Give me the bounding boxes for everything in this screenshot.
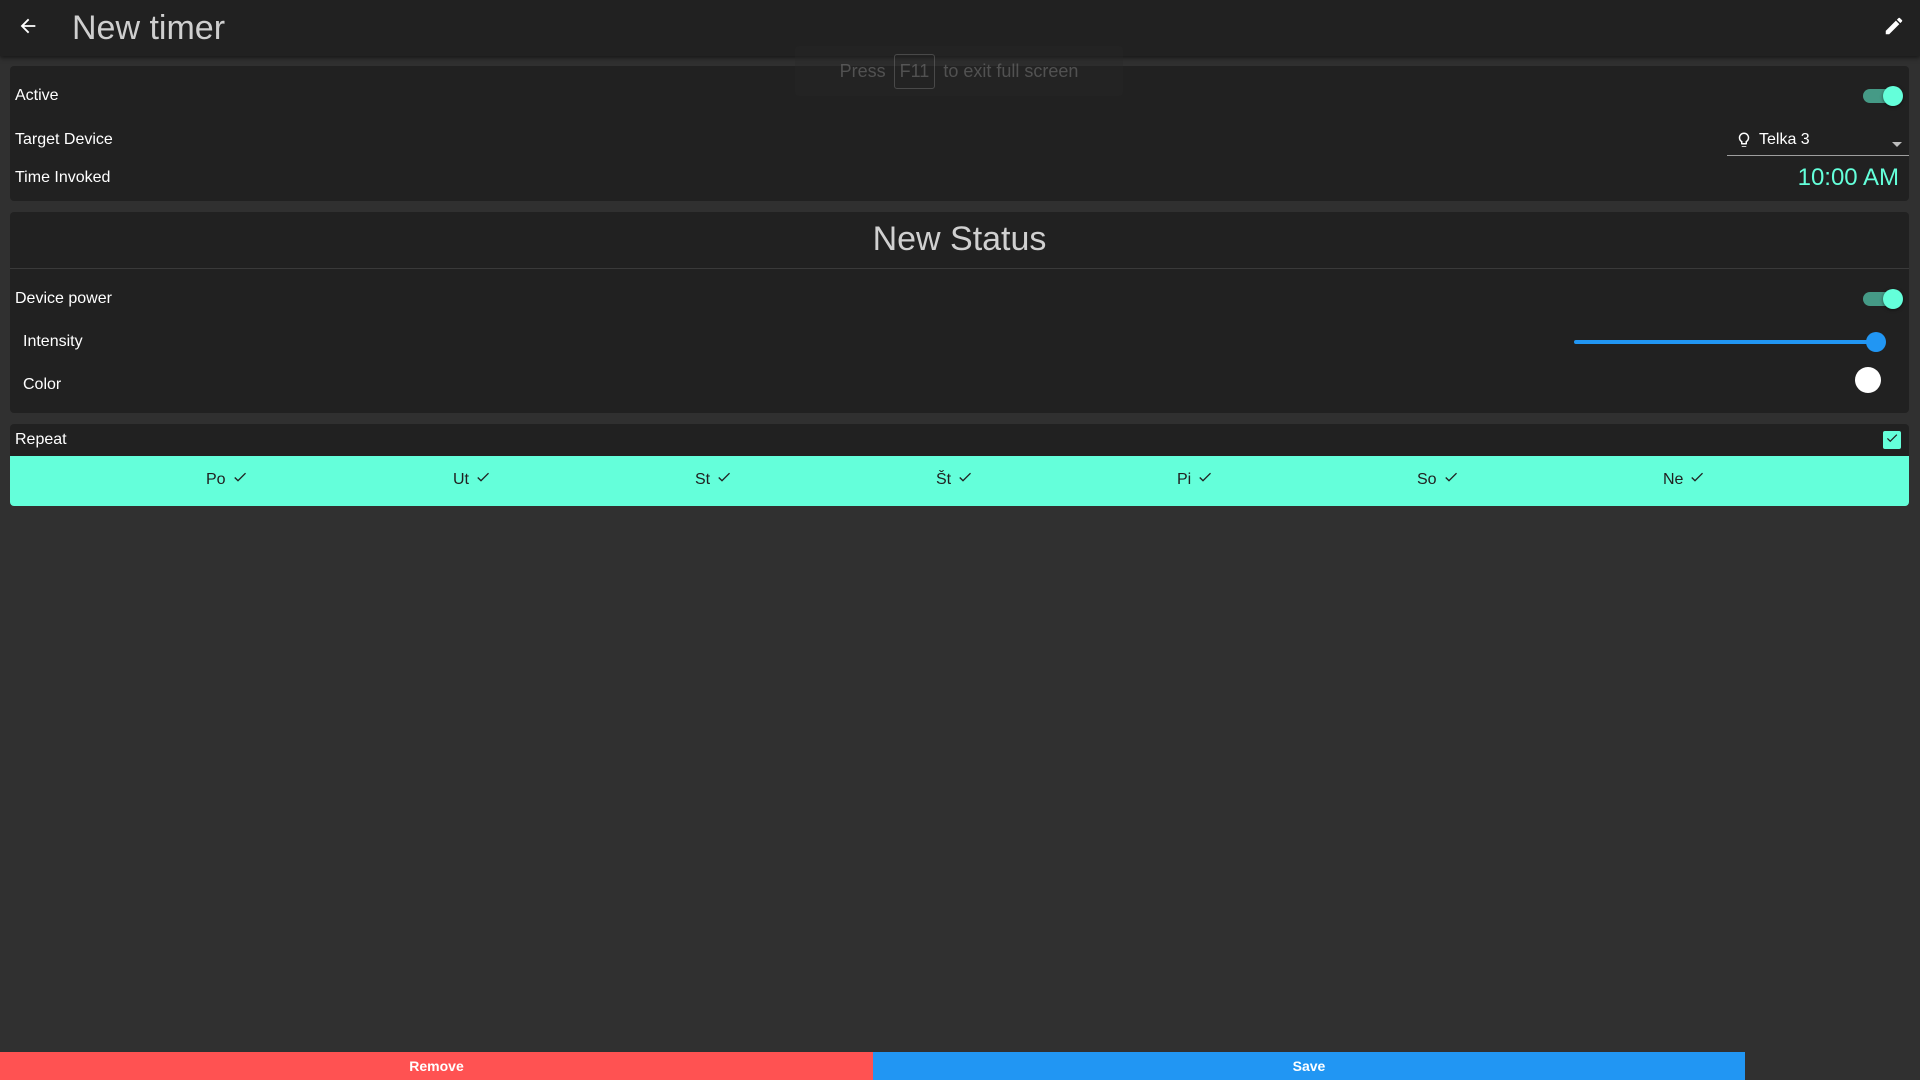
lightbulb-icon: [1735, 130, 1753, 150]
day-label: Pi: [1177, 470, 1192, 488]
new-status-title: New Status: [872, 220, 1047, 258]
arrow-back-icon: [17, 15, 39, 42]
time-invoked-value[interactable]: 10:00 AM: [1798, 164, 1899, 192]
day-label: Ne: [1663, 470, 1684, 488]
fullscreen-toast: Press F11 to exit full screen: [795, 46, 1123, 96]
repeat-label: Repeat: [15, 431, 67, 448]
check-icon: [957, 469, 973, 490]
caret-down-icon: [1891, 136, 1903, 154]
day-ne[interactable]: Ne: [1663, 469, 1705, 490]
pencil-icon: [1883, 15, 1905, 42]
time-invoked-label: Time Invoked: [15, 169, 111, 186]
active-label: Active: [15, 87, 59, 104]
target-device-select[interactable]: Telka 3: [1727, 124, 1909, 156]
day-label: Št: [936, 470, 952, 488]
check-icon: [1197, 469, 1213, 490]
repeat-row: Repeat: [10, 424, 1909, 456]
new-status-card: New Status Device power Intensity Color: [10, 212, 1909, 413]
day-label: Po: [206, 470, 226, 488]
intensity-slider[interactable]: [1574, 332, 1886, 352]
active-toggle[interactable]: [1863, 86, 1903, 106]
check-icon: [475, 469, 491, 490]
toggle-knob: [1883, 86, 1903, 106]
day-st-2[interactable]: Št: [936, 469, 973, 490]
target-device-value: Telka 3: [1759, 130, 1810, 148]
day-pi[interactable]: Pi: [1177, 469, 1213, 490]
check-icon: [716, 469, 732, 490]
toggle-knob: [1883, 289, 1903, 309]
remove-button[interactable]: Remove: [0, 1052, 873, 1080]
check-icon: [232, 469, 248, 490]
page-title: New timer: [72, 8, 226, 47]
device-power-label: Device power: [15, 290, 112, 307]
device-power-toggle[interactable]: [1863, 289, 1903, 309]
toast-suffix: to exit full screen: [943, 60, 1079, 81]
check-icon: [1443, 469, 1459, 490]
toast-prefix: Press: [839, 60, 886, 81]
day-label: Ut: [453, 470, 469, 488]
repeat-card: Repeat Po Ut St Št Pi So Ne: [10, 424, 1909, 506]
repeat-days: Po Ut St Št Pi So Ne: [10, 456, 1909, 506]
toast-key: F11: [893, 53, 936, 89]
slider-thumb[interactable]: [1866, 332, 1886, 352]
day-label: So: [1417, 470, 1437, 488]
back-button[interactable]: [0, 0, 56, 56]
check-icon: [1689, 469, 1705, 490]
day-ut[interactable]: Ut: [453, 469, 491, 490]
intensity-label: Intensity: [23, 333, 83, 350]
color-label: Color: [23, 376, 62, 393]
edit-button[interactable]: [1874, 8, 1914, 48]
day-po[interactable]: Po: [206, 469, 248, 490]
day-label: St: [695, 470, 711, 488]
day-st[interactable]: St: [695, 469, 732, 490]
divider: [10, 268, 1909, 269]
day-so[interactable]: So: [1417, 469, 1459, 490]
slider-track: [1574, 340, 1876, 344]
color-swatch[interactable]: [1855, 367, 1881, 393]
save-button[interactable]: Save: [873, 1052, 1745, 1080]
target-device-label: Target Device: [15, 131, 113, 148]
repeat-checkbox[interactable]: [1883, 431, 1901, 449]
check-icon: [1885, 431, 1899, 450]
